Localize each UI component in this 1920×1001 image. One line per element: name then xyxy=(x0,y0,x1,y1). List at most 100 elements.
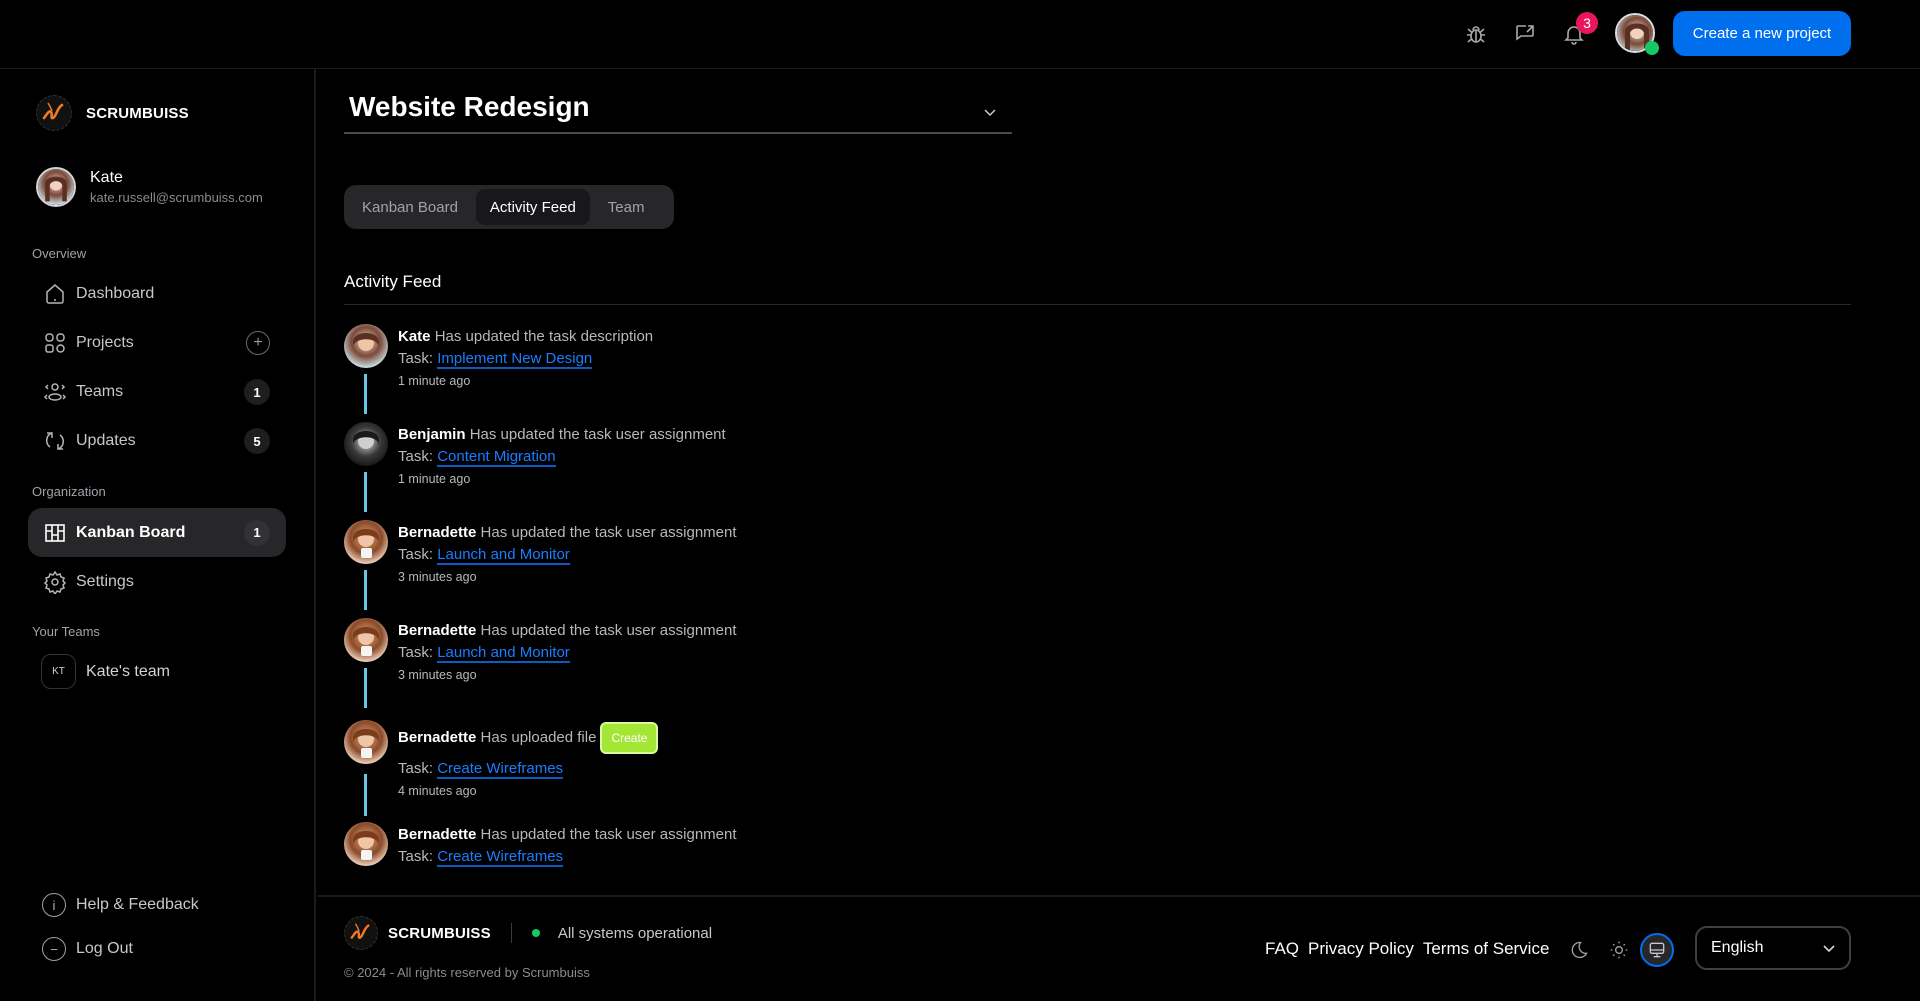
user-profile-card[interactable]: Kate kate.russell@scrumbuiss.com xyxy=(36,167,263,207)
terms-of-service-link[interactable]: Terms of Service xyxy=(1423,939,1550,959)
tab-team[interactable]: Team xyxy=(594,189,659,225)
section-label-your-teams: Your Teams xyxy=(32,624,100,639)
activity-feed-item: Benjamin Has updated the task user assig… xyxy=(344,422,1244,520)
task-link[interactable]: Create Wireframes xyxy=(437,848,564,867)
activity-actor: Bernadette xyxy=(398,728,477,746)
activity-actor: Bernadette xyxy=(398,826,477,843)
sidebar-item-updates[interactable]: Updates 5 xyxy=(28,417,286,465)
activity-task-line: Task: Launch and Monitor xyxy=(398,642,737,664)
activity-feed-item: Bernadette Has updated the task user ass… xyxy=(344,618,1244,716)
team-initials-avatar: KT xyxy=(41,654,76,689)
help-feedback-link[interactable]: i Help & Feedback xyxy=(42,893,199,917)
avatar xyxy=(36,167,76,207)
task-link[interactable]: Launch and Monitor xyxy=(437,546,570,565)
sidebar-item-label: Updates xyxy=(76,432,136,449)
grid-icon xyxy=(42,330,68,356)
footer-links: FAQ Privacy Policy Terms of Service xyxy=(1265,939,1549,959)
footer: SCRUMBUISS All systems operational © 202… xyxy=(318,895,1920,1001)
activity-task-line: Task: Create Wireframes xyxy=(398,758,658,780)
monitor-icon xyxy=(1649,942,1665,958)
scrumbuiss-logo-icon xyxy=(36,95,72,131)
avatar xyxy=(344,422,388,466)
sidebar-item-projects[interactable]: Projects + xyxy=(28,319,286,367)
system-status-text: All systems operational xyxy=(557,924,713,942)
logout-link[interactable]: − Log Out xyxy=(42,937,133,961)
privacy-policy-link[interactable]: Privacy Policy xyxy=(1308,939,1414,959)
project-title: Website Redesign xyxy=(349,91,590,122)
faq-link[interactable]: FAQ xyxy=(1265,939,1299,959)
language-select[interactable]: English xyxy=(1695,926,1851,970)
tab-kanban-board[interactable]: Kanban Board xyxy=(348,189,472,225)
scrumbuiss-logo-icon xyxy=(344,916,378,950)
uploaded-file-chip[interactable]: Create xyxy=(600,722,659,754)
project-selector[interactable]: Website Redesign xyxy=(344,86,1012,134)
activity-text: Kate Has updated the task description Tas… xyxy=(398,326,653,392)
avatar xyxy=(344,618,388,662)
sun-icon xyxy=(1610,941,1628,959)
activity-summary: Benjamin Has updated the task user assig… xyxy=(398,424,726,446)
light-theme-button[interactable] xyxy=(1602,933,1636,967)
home-icon xyxy=(42,281,68,307)
team-item-kates-team[interactable]: KT Kate's team xyxy=(41,654,170,689)
timeline-connector xyxy=(364,774,367,816)
activity-text: Bernadette Has updated the task user ass… xyxy=(398,620,737,686)
copyright-text: © 2024 - All rights reserved by Scrumbui… xyxy=(344,965,590,980)
activity-timestamp: 3 minutes ago xyxy=(398,668,477,682)
sidebar-item-dashboard[interactable]: Dashboard xyxy=(28,270,286,318)
task-link[interactable]: Implement New Design xyxy=(437,350,593,369)
sidebar-item-label: Teams xyxy=(76,383,124,400)
activity-action: Has updated the task user assignment xyxy=(469,426,726,443)
activity-actor: Bernadette xyxy=(398,622,477,639)
footer-brand: SCRUMBUISS All systems operational xyxy=(344,916,712,950)
logout-label: Log Out xyxy=(76,940,133,957)
activity-summary: Bernadette Has uploaded file Create xyxy=(398,722,659,754)
task-prefix: Task: xyxy=(398,350,434,367)
divider xyxy=(344,304,1851,305)
sidebar-item-kanban-board[interactable]: Kanban Board 1 xyxy=(28,508,286,557)
brand[interactable]: SCRUMBUISS xyxy=(36,95,189,131)
avatar xyxy=(344,720,388,764)
top-header: 3 Create a new project xyxy=(0,0,1920,69)
teams-count-badge: 1 xyxy=(244,379,270,405)
users-icon xyxy=(42,379,68,405)
bug-report-button[interactable] xyxy=(1460,18,1492,50)
create-project-button[interactable]: Create a new project xyxy=(1673,11,1851,56)
help-feedback-label: Help & Feedback xyxy=(76,896,199,913)
activity-action: Has updated the task user assignment xyxy=(480,524,737,541)
dark-theme-button[interactable] xyxy=(1562,933,1596,967)
task-prefix: Task: xyxy=(398,644,434,661)
activity-timestamp: 1 minute ago xyxy=(398,472,471,486)
user-email: kate.russell@scrumbuiss.com xyxy=(90,190,263,205)
activity-task-line: Task: Content Migration xyxy=(398,446,726,468)
task-link[interactable]: Launch and Monitor xyxy=(437,644,570,663)
add-project-button[interactable]: + xyxy=(246,331,270,355)
share-feedback-button[interactable] xyxy=(1509,18,1541,50)
activity-timestamp: 4 minutes ago xyxy=(398,784,477,798)
activity-timestamp: 1 minute ago xyxy=(398,374,471,388)
activity-timestamp: 3 minutes ago xyxy=(398,570,477,584)
activity-summary: Bernadette Has updated the task user ass… xyxy=(398,824,737,846)
chevron-down-icon xyxy=(1823,940,1835,958)
task-link[interactable]: Content Migration xyxy=(437,448,556,467)
tab-activity-feed[interactable]: Activity Feed xyxy=(475,189,590,225)
activity-actor: Kate xyxy=(398,328,431,345)
activity-feed-item: Kate Has updated the task description Tas… xyxy=(344,324,1244,422)
sidebar-item-label: Settings xyxy=(76,573,134,590)
sidebar-item-settings[interactable]: Settings xyxy=(28,558,286,606)
share-icon xyxy=(1516,25,1534,41)
activity-text: Benjamin Has updated the task user assig… xyxy=(398,424,726,490)
timeline-connector xyxy=(364,570,367,610)
updates-count-badge: 5 xyxy=(244,428,270,454)
avatar xyxy=(344,822,388,866)
notifications-button[interactable]: 3 xyxy=(1558,12,1598,50)
system-theme-button[interactable] xyxy=(1640,933,1674,967)
sidebar-item-teams[interactable]: Teams 1 xyxy=(28,368,286,416)
activity-feed-item: Bernadette Has uploaded file Create Task: … xyxy=(344,720,1244,818)
section-label-organization: Organization xyxy=(32,484,106,499)
task-link[interactable]: Create Wireframes xyxy=(437,760,564,779)
team-name: Kate's team xyxy=(86,662,170,680)
info-icon: i xyxy=(42,893,66,917)
activity-text: Bernadette Has uploaded file Create Task: … xyxy=(398,722,659,802)
activity-task-line: Task: Launch and Monitor xyxy=(398,544,737,566)
activity-text: Bernadette Has updated the task user ass… xyxy=(398,824,737,868)
